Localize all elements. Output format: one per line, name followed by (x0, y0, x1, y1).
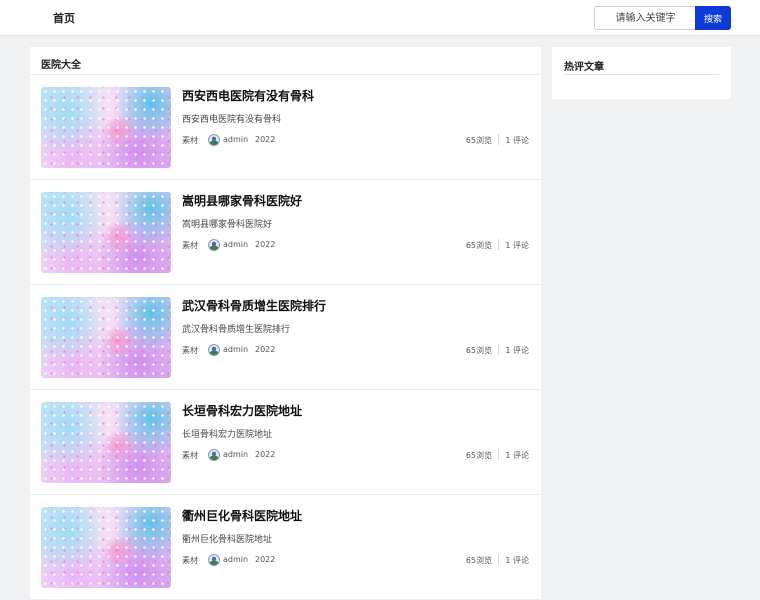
meta-separator (498, 239, 499, 250)
article-date: 2022 (255, 345, 276, 354)
article-category[interactable]: 素材 (182, 555, 198, 566)
article-meta: 素材 admin 2022 65浏览 1 评论 (182, 449, 529, 463)
article-views: 65浏览 (465, 451, 492, 460)
article-author[interactable]: admin (223, 450, 248, 459)
article-summary: 西安西电医院有没有骨科 (182, 115, 282, 125)
article-comments[interactable]: 1 评论 (505, 345, 529, 356)
article-summary: 衢州巨化骨科医院地址 (182, 535, 273, 545)
article-list-panel: 医院大全 西安西电医院有没有骨科 西安西电医院有没有骨科 素材 admin 20… (30, 47, 541, 600)
article-title[interactable]: 长垣骨科宏力医院地址 (182, 402, 302, 419)
article-item: 衢州巨化骨科医院地址 衢州巨化骨科医院地址 素材 admin 2022 65浏览… (30, 495, 541, 600)
section-title: 医院大全 (41, 60, 81, 71)
article-author[interactable]: admin (223, 345, 248, 354)
article-author[interactable]: admin (223, 240, 248, 249)
article-title[interactable]: 衢州巨化骨科医院地址 (182, 507, 302, 524)
article-title[interactable]: 嵩明县哪家骨科医院好 (182, 192, 302, 209)
meta-separator (498, 449, 499, 460)
article-meta: 素材 admin 2022 65浏览 1 评论 (182, 134, 529, 148)
author-avatar (208, 344, 220, 356)
article-summary: 长垣骨科宏力医院地址 (182, 430, 273, 440)
article-category[interactable]: 素材 (182, 450, 198, 461)
article-thumbnail[interactable] (41, 87, 171, 168)
article-thumbnail[interactable] (41, 297, 171, 378)
article-category[interactable]: 素材 (182, 345, 198, 356)
search-input[interactable] (594, 6, 696, 30)
article-comments[interactable]: 1 评论 (505, 450, 529, 461)
article-date: 2022 (255, 135, 276, 144)
article-item: 武汉骨科骨质增生医院排行 武汉骨科骨质增生医院排行 素材 admin 2022 … (30, 285, 541, 390)
article-date: 2022 (255, 555, 276, 564)
article-author[interactable]: admin (223, 135, 248, 144)
article-comments[interactable]: 1 评论 (505, 555, 529, 566)
author-avatar (208, 554, 220, 566)
search-button[interactable]: 搜索 (695, 6, 731, 30)
article-title[interactable]: 西安西电医院有没有骨科 (182, 87, 314, 104)
meta-separator (498, 134, 499, 145)
article-views: 65浏览 (465, 346, 492, 355)
article-views: 65浏览 (465, 136, 492, 145)
article-meta: 素材 admin 2022 65浏览 1 评论 (182, 344, 529, 358)
top-navbar: 首页 搜索 (0, 0, 760, 36)
sidebar-title: 热评文章 (564, 62, 604, 73)
article-date: 2022 (255, 450, 276, 459)
article-thumbnail[interactable] (41, 507, 171, 588)
article-views: 65浏览 (465, 556, 492, 565)
author-avatar (208, 239, 220, 251)
article-meta: 素材 admin 2022 65浏览 1 评论 (182, 239, 529, 253)
article-category[interactable]: 素材 (182, 135, 198, 146)
article-date: 2022 (255, 240, 276, 249)
author-avatar (208, 134, 220, 146)
article-thumbnail[interactable] (41, 192, 171, 273)
hot-articles-panel: 热评文章 (552, 47, 731, 99)
article-thumbnail[interactable] (41, 402, 171, 483)
nav-home-link[interactable]: 首页 (53, 10, 75, 26)
article-comments[interactable]: 1 评论 (505, 240, 529, 251)
sidebar-divider (564, 74, 719, 75)
article-category[interactable]: 素材 (182, 240, 198, 251)
article-summary: 嵩明县哪家骨科医院好 (182, 220, 273, 230)
author-avatar (208, 449, 220, 461)
article-author[interactable]: admin (223, 555, 248, 564)
article-summary: 武汉骨科骨质增生医院排行 (182, 325, 291, 335)
meta-separator (498, 554, 499, 565)
article-meta: 素材 admin 2022 65浏览 1 评论 (182, 554, 529, 568)
meta-separator (498, 344, 499, 355)
article-title[interactable]: 武汉骨科骨质增生医院排行 (182, 297, 326, 314)
article-comments[interactable]: 1 评论 (505, 135, 529, 146)
article-item: 长垣骨科宏力医院地址 长垣骨科宏力医院地址 素材 admin 2022 65浏览… (30, 390, 541, 495)
article-item: 嵩明县哪家骨科医院好 嵩明县哪家骨科医院好 素材 admin 2022 65浏览… (30, 180, 541, 285)
article-views: 65浏览 (465, 241, 492, 250)
article-item: 西安西电医院有没有骨科 西安西电医院有没有骨科 素材 admin 2022 65… (30, 75, 541, 180)
